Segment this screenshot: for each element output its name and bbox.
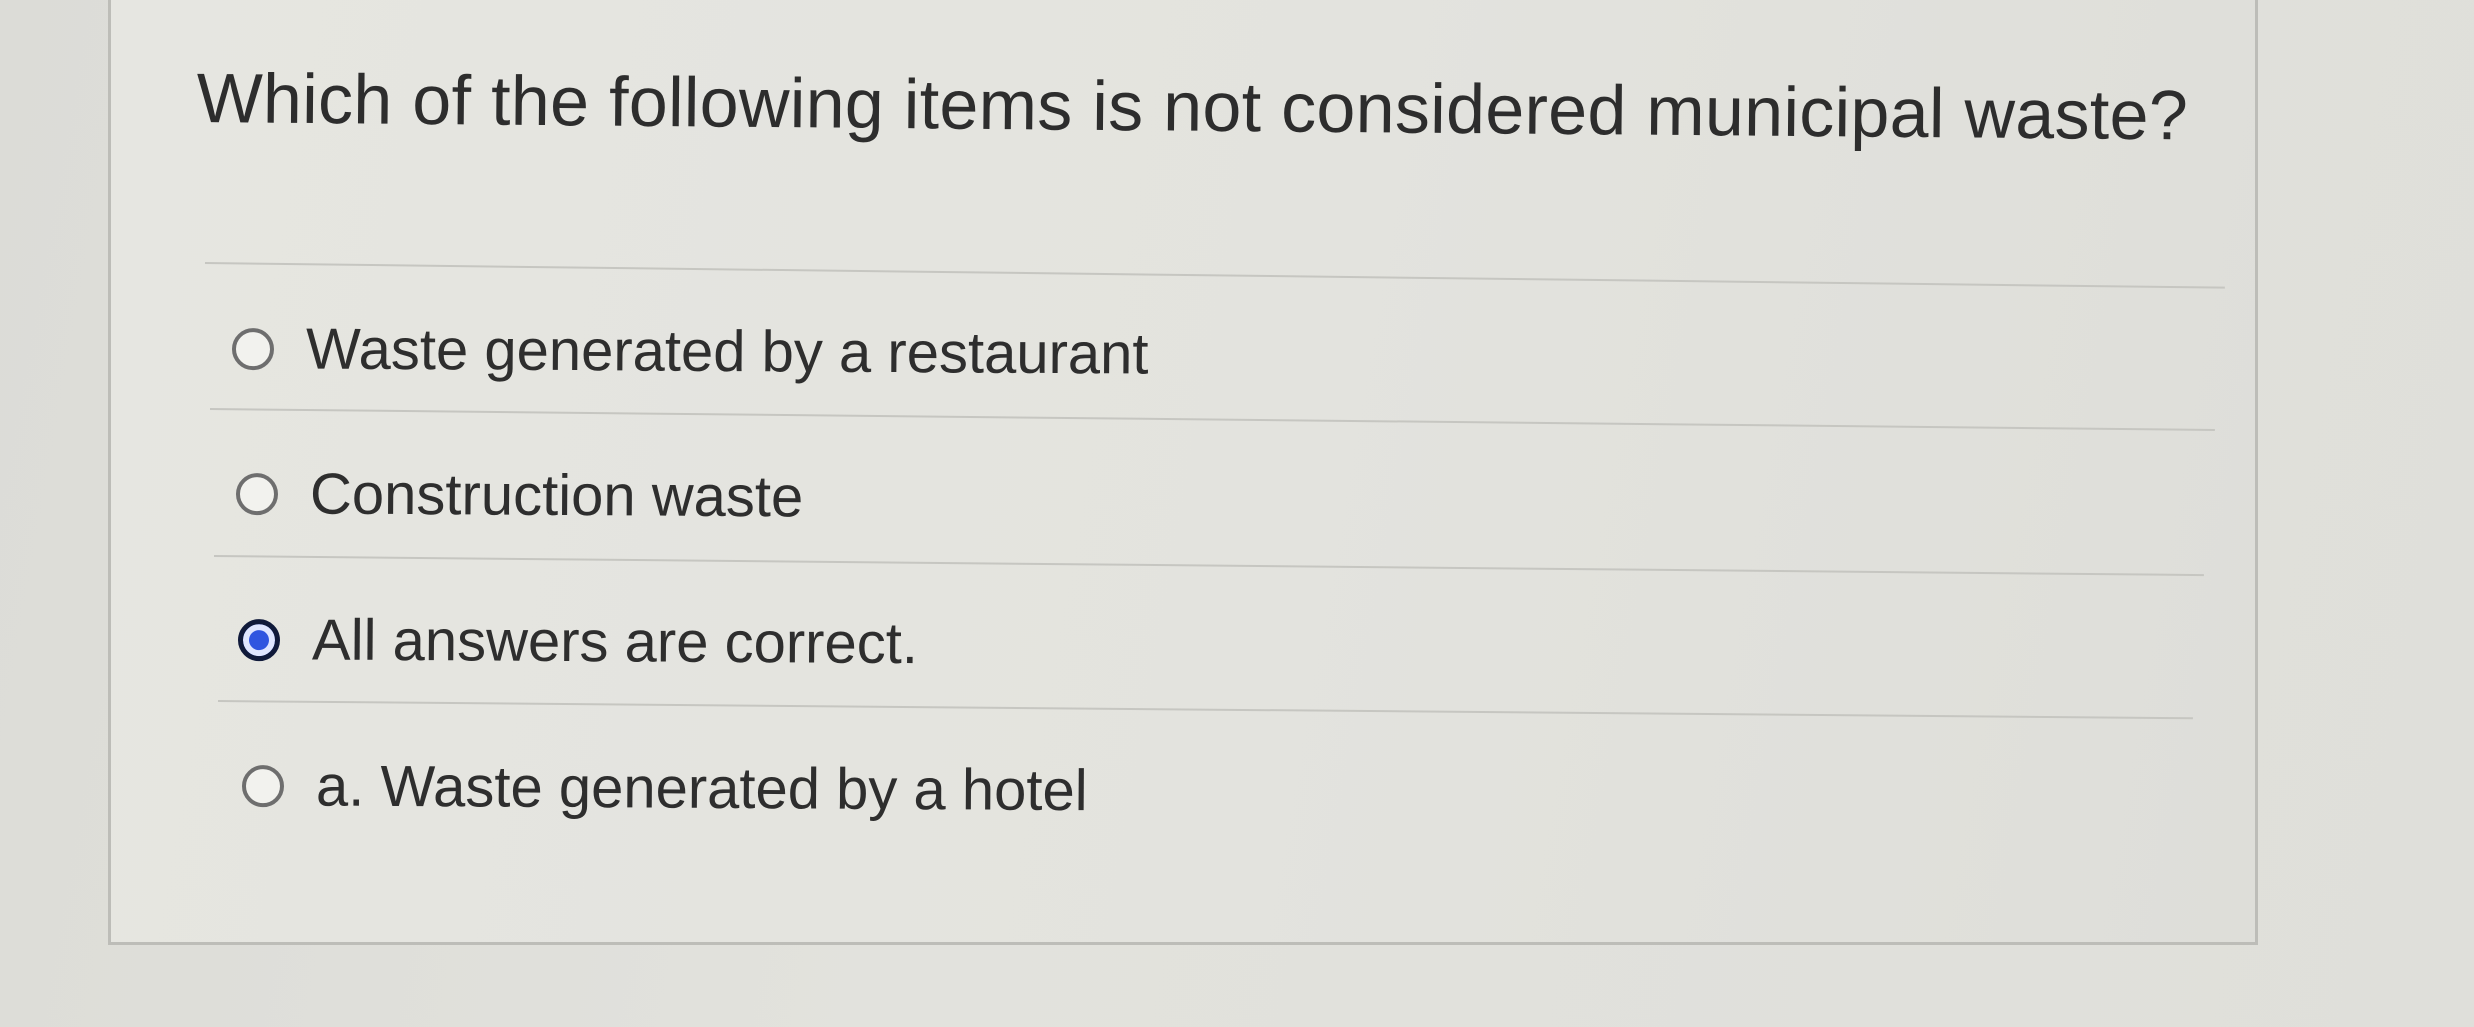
option-label: a. Waste generated by a hotel bbox=[315, 753, 1088, 824]
option-all-correct[interactable]: All answers are correct. bbox=[237, 606, 919, 677]
radio-button-selected-icon[interactable] bbox=[237, 618, 281, 661]
option-restaurant[interactable]: Waste generated by a restaurant bbox=[231, 315, 1149, 388]
option-label: Waste generated by a restaurant bbox=[305, 316, 1149, 387]
option-label: Construction waste bbox=[309, 461, 804, 530]
option-construction[interactable]: Construction waste bbox=[235, 460, 804, 530]
option-hotel[interactable]: a. Waste generated by a hotel bbox=[241, 752, 1088, 824]
radio-button-icon[interactable] bbox=[235, 472, 279, 515]
radio-button-icon[interactable] bbox=[231, 327, 275, 370]
radio-button-icon[interactable] bbox=[241, 764, 285, 807]
option-label: All answers are correct. bbox=[311, 607, 919, 677]
